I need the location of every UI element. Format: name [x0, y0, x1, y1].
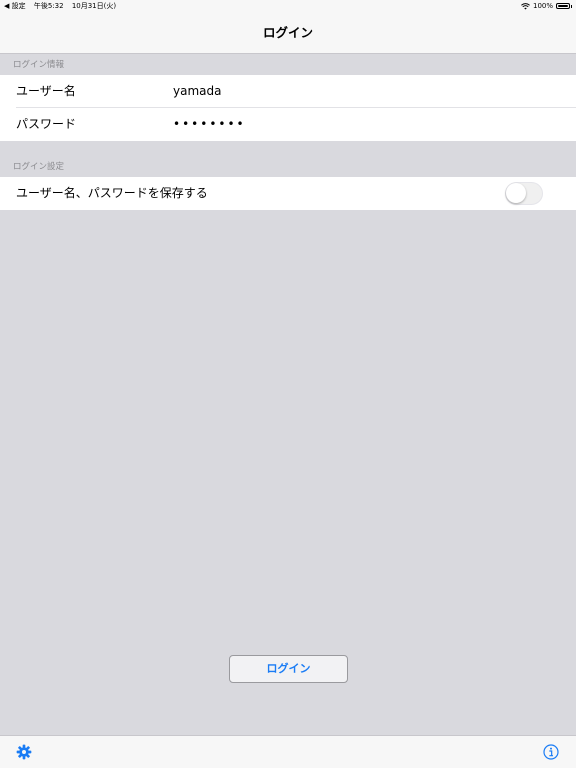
gear-icon[interactable] [16, 744, 32, 760]
status-date: 10月31日(火) [71, 2, 117, 10]
battery-tip [571, 4, 572, 8]
battery-percent: 100% [532, 2, 553, 10]
navigation-bar: ログイン [0, 12, 576, 54]
save-credentials-row: ユーザー名、パスワードを保存する [0, 177, 576, 210]
bottom-toolbar [0, 735, 576, 768]
password-label: パスワード [16, 117, 77, 131]
login-settings-group: ユーザー名、パスワードを保存する [0, 177, 576, 210]
login-info-group: ユーザー名 yamada パスワード •••••••• [0, 75, 576, 141]
status-bar: ◀ 設定 午後5:32 10月31日(火) 100% [0, 0, 576, 12]
section-header-login-info: ログイン情報 [13, 60, 65, 70]
section-header-login-settings: ログイン設定 [13, 162, 65, 172]
username-label: ユーザー名 [16, 84, 76, 98]
username-field[interactable]: yamada [173, 75, 221, 108]
login-button[interactable]: ログイン [229, 655, 348, 683]
wifi-icon [521, 2, 530, 9]
toggle-knob [506, 183, 526, 203]
username-row[interactable]: ユーザー名 yamada [0, 75, 576, 108]
password-field[interactable]: •••••••• [173, 108, 246, 141]
password-row[interactable]: パスワード •••••••• [0, 108, 576, 141]
page-title: ログイン [262, 25, 313, 40]
info-icon[interactable] [543, 744, 559, 760]
battery-icon [556, 3, 570, 9]
status-time: 午後5:32 [33, 2, 64, 10]
save-credentials-toggle[interactable] [505, 182, 543, 205]
save-credentials-label: ユーザー名、パスワードを保存する [16, 186, 208, 200]
back-to-settings-link[interactable]: ◀ 設定 [4, 2, 26, 10]
login-screen: ◀ 設定 午後5:32 10月31日(火) 100% ログイン ログイン情報 ユ… [0, 0, 576, 768]
